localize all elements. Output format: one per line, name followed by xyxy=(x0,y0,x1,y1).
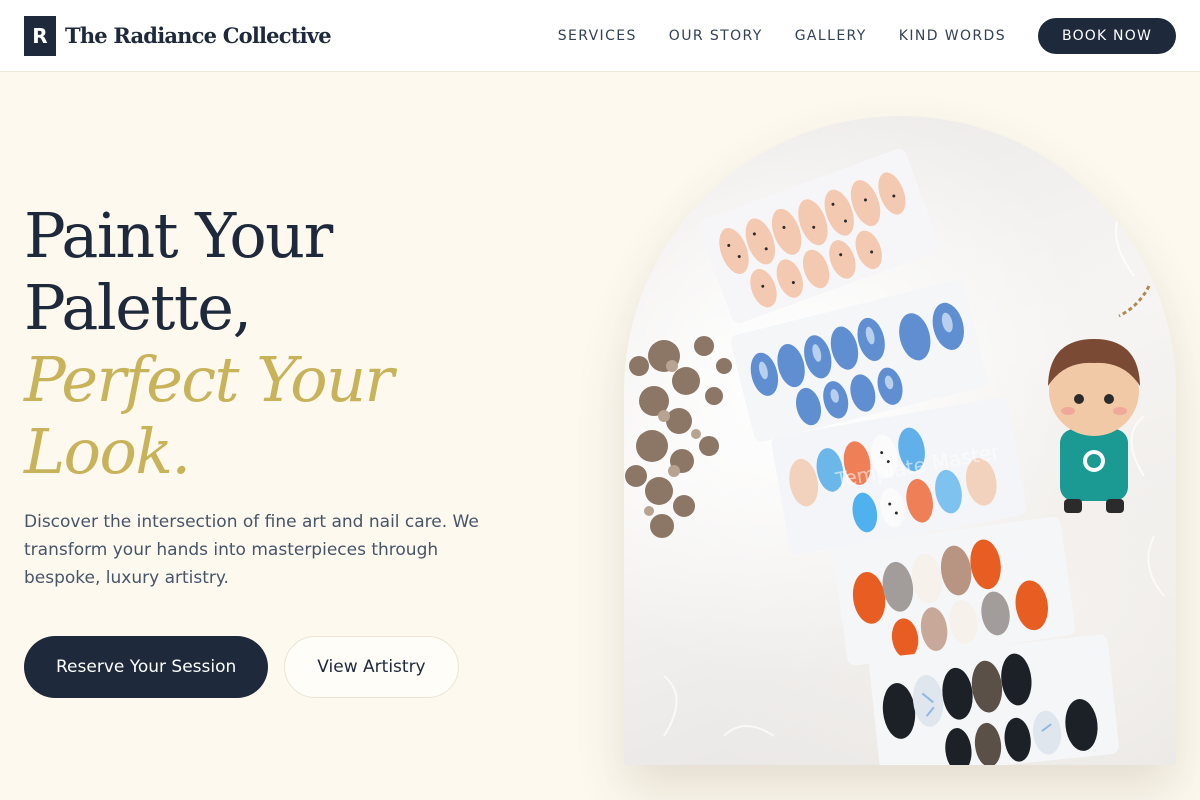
reserve-session-button[interactable]: Reserve Your Session xyxy=(24,636,269,698)
headline-line-1: Paint Your xyxy=(24,199,333,272)
nav-link-services[interactable]: SERVICES xyxy=(558,28,637,44)
headline-accent-line-1: Perfect Your xyxy=(24,343,394,416)
brand[interactable]: R The Radiance Collective xyxy=(24,15,332,56)
site-header: R The Radiance Collective SERVICES OUR S… xyxy=(0,0,1200,72)
hero-description: Discover the intersection of fine art an… xyxy=(24,512,479,588)
headline-line-2: Palette, xyxy=(24,271,252,344)
hero-cta-row: Reserve Your Session View Artistry xyxy=(24,636,544,698)
hero-section: Paint Your Palette, Perfect Your Look. D… xyxy=(24,200,544,698)
hero-nail-photo: Template Master xyxy=(624,116,1176,765)
nav-link-our-story[interactable]: OUR STORY xyxy=(669,28,763,44)
nav-link-kind-words[interactable]: KIND WORDS xyxy=(899,28,1006,44)
book-now-button[interactable]: BOOK NOW xyxy=(1038,17,1176,54)
main-nav: SERVICES OUR STORY GALLERY KIND WORDS BO… xyxy=(558,17,1176,54)
headline-accent-line-2: Look. xyxy=(24,415,191,488)
logo-mark[interactable]: R xyxy=(24,15,56,56)
brand-name[interactable]: The Radiance Collective xyxy=(65,23,332,48)
hero-headline: Paint Your Palette, Perfect Your Look. xyxy=(24,200,544,488)
nav-link-gallery[interactable]: GALLERY xyxy=(795,28,867,44)
nail-photo-illustration: Template Master xyxy=(625,116,1171,765)
view-artistry-button[interactable]: View Artistry xyxy=(284,636,459,698)
